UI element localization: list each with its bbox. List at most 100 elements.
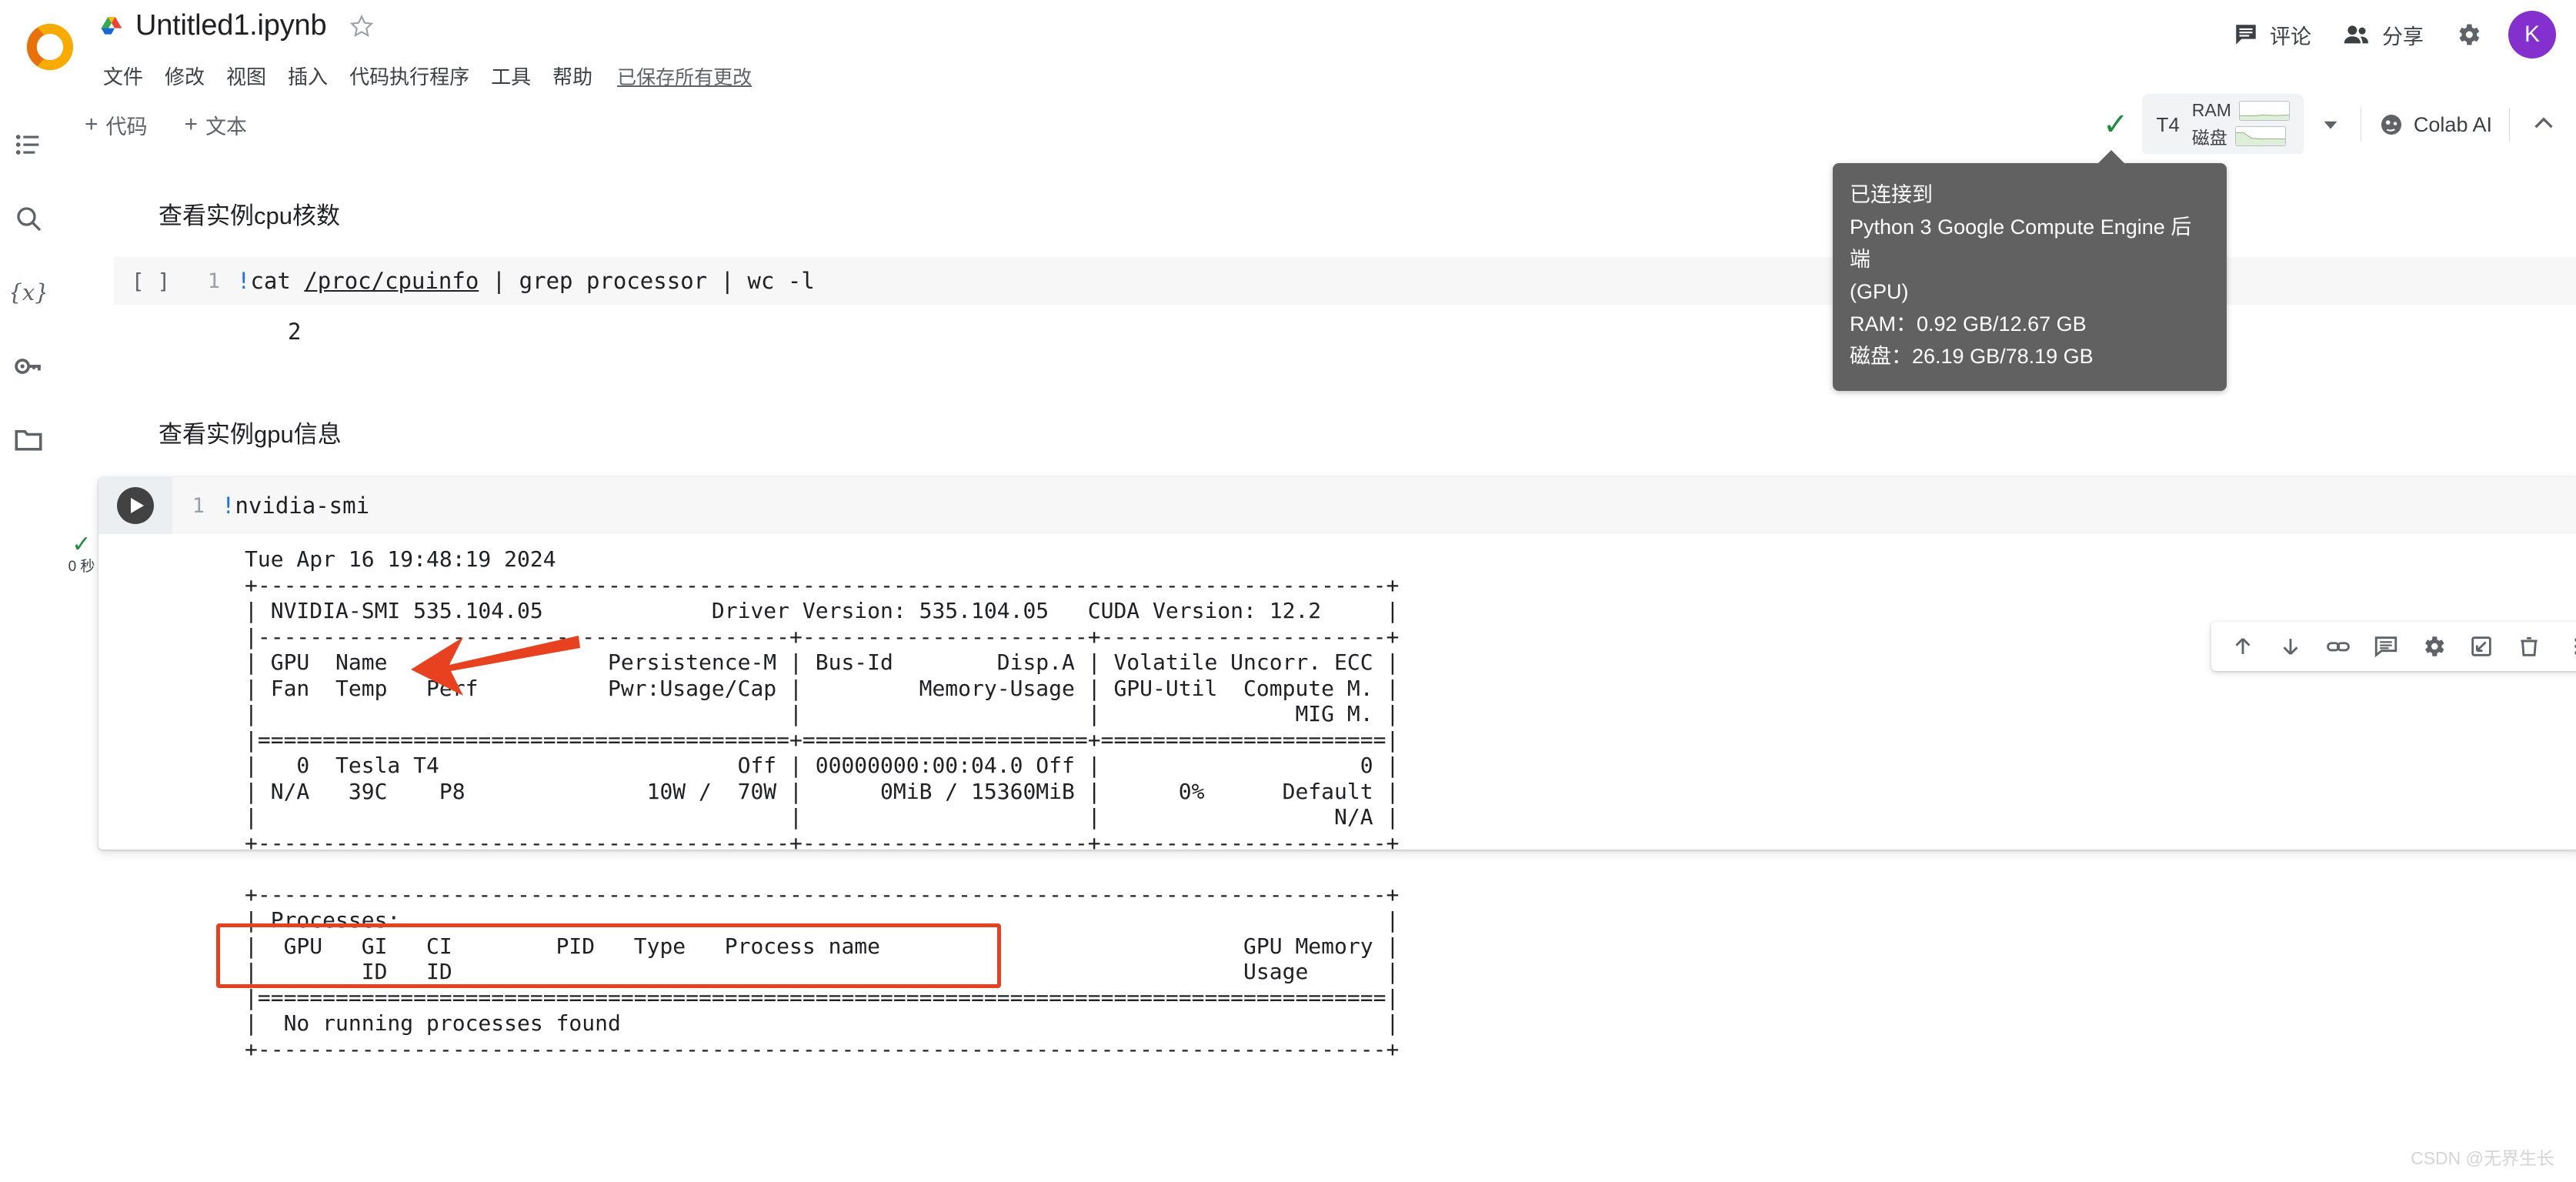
sidebar-item-files[interactable]: [12, 423, 45, 457]
move-down-icon[interactable]: [2267, 623, 2314, 670]
menu-item-insert[interactable]: 插入: [277, 58, 339, 93]
disk-spark-svg: [2236, 127, 2285, 145]
add-text-cell-button[interactable]: + 文本: [172, 105, 260, 145]
markdown-heading-cpu[interactable]: 查看实例cpu核数: [158, 196, 340, 231]
comment-label: 评论: [2270, 20, 2311, 50]
share-label: 分享: [2382, 20, 2424, 50]
move-up-icon[interactable]: [2219, 623, 2267, 670]
colab-ai-label: Colab AI: [2414, 113, 2492, 137]
top-right-actions: 评论 分享 K: [2217, 11, 2556, 58]
code-command: cat: [250, 268, 304, 294]
menu-item-view[interactable]: 视图: [215, 58, 277, 93]
search-icon: [13, 203, 44, 234]
plus-icon: +: [185, 113, 199, 136]
variables-icon: {x}: [12, 275, 45, 309]
drive-icon[interactable]: [98, 14, 125, 38]
ram-label: RAM: [2192, 100, 2231, 121]
resource-usage-chip[interactable]: T4 RAM 磁盘: [2142, 94, 2303, 155]
menu-item-edit[interactable]: 修改: [154, 58, 215, 93]
colab-ai-icon: [2378, 112, 2404, 138]
colab-ai-button[interactable]: Colab AI: [2378, 112, 2492, 138]
key-icon: [12, 350, 45, 382]
save-status[interactable]: 已保存所有更改: [617, 62, 752, 90]
cell-output: Tue Apr 16 19:48:19 2024 +--------------…: [98, 534, 2576, 1062]
shell-bang: !: [237, 268, 250, 294]
code-command: nvidia-smi: [235, 492, 369, 519]
colab-window: Untitled1.ipynb 文件 修改 视图 插入 代码执行程序 工具 帮助…: [0, 0, 2576, 1182]
notebook-title[interactable]: Untitled1.ipynb: [135, 9, 326, 42]
run-indicator[interactable]: [ ]: [114, 269, 188, 294]
tooltip-line-connected: 已连接到: [1850, 179, 2210, 211]
ram-sparkline: [2239, 101, 2290, 121]
settings-button[interactable]: [2439, 13, 2498, 56]
delete-icon[interactable]: [2505, 623, 2553, 670]
plus-icon: +: [85, 113, 98, 136]
left-sidebar: {x}: [0, 95, 57, 1182]
watermark: CSDN @无界生长: [2411, 1144, 2554, 1170]
colab-logo-icon[interactable]: [17, 14, 83, 80]
ram-meter-row: RAM: [2192, 100, 2290, 121]
open-in-tab-icon[interactable]: [2458, 623, 2505, 670]
markdown-heading-gpu[interactable]: 查看实例gpu信息: [158, 415, 342, 449]
tooltip-line-ram: RAM：0.92 GB/12.67 GB: [1850, 308, 2210, 340]
sidebar-item-search[interactable]: [12, 202, 45, 235]
disk-sparkline: [2235, 126, 2286, 146]
sidebar-item-variables[interactable]: {x}: [12, 275, 45, 309]
toc-icon: [13, 129, 44, 160]
shell-bang: !: [222, 492, 235, 519]
settings-icon[interactable]: [2410, 623, 2458, 670]
play-icon: [117, 487, 154, 524]
code-line[interactable]: !cat /proc/cpuinfo | grep processor | wc…: [237, 268, 815, 294]
menu-item-help[interactable]: 帮助: [542, 58, 603, 93]
add-cell-group: + 代码 + 文本: [72, 105, 259, 145]
menu-bar: 文件 修改 视图 插入 代码执行程序 工具 帮助 已保存所有更改: [98, 58, 752, 93]
star-icon[interactable]: [348, 12, 375, 40]
line-number: 1: [172, 494, 205, 518]
comment-icon[interactable]: [2362, 623, 2410, 670]
toolbar-divider: [2509, 108, 2510, 142]
code-line[interactable]: !nvidia-smi: [222, 492, 369, 519]
menu-item-file[interactable]: 文件: [98, 58, 154, 93]
notebook-toolbar: + 代码 + 文本 ✓ T4 RAM: [57, 95, 2576, 154]
tooltip-arrow: [2097, 150, 2125, 164]
comment-button[interactable]: 评论: [2217, 12, 2327, 58]
avatar[interactable]: K: [2508, 11, 2556, 58]
more-vert-icon[interactable]: [2553, 623, 2576, 670]
execution-status: ✓ 0 秒: [65, 534, 98, 576]
menu-item-runtime[interactable]: 代码执行程序: [339, 58, 480, 93]
title-row: Untitled1.ipynb: [98, 9, 375, 42]
code-editor-area[interactable]: 1 !nvidia-smi: [172, 477, 2576, 534]
comment-icon: [2233, 22, 2259, 48]
svg-text:{x}: {x}: [12, 279, 45, 306]
execution-check-icon: ✓: [72, 534, 91, 555]
resource-meters: RAM 磁盘: [2192, 100, 2290, 149]
add-code-label: 代码: [106, 110, 148, 140]
share-button[interactable]: 分享: [2327, 12, 2439, 58]
runtime-tooltip: 已连接到 Python 3 Google Compute Engine 后端 (…: [1833, 163, 2227, 391]
collapse-toolbar-button[interactable]: [2530, 109, 2558, 141]
code-path[interactable]: /proc/cpuinfo: [304, 268, 479, 294]
tooltip-line-disk: 磁盘：26.19 GB/78.19 GB: [1850, 340, 2210, 372]
link-icon[interactable]: [2314, 623, 2362, 670]
line-number: 1: [188, 269, 220, 293]
cell-action-toolbar: [2211, 622, 2576, 671]
disk-meter-row: 磁盘: [2192, 123, 2290, 149]
run-cell-button[interactable]: [98, 477, 172, 534]
menu-item-tools[interactable]: 工具: [480, 58, 542, 93]
red-arrow-annotation: [365, 631, 580, 700]
execution-time: 0 秒: [68, 555, 95, 576]
disk-label: 磁盘: [2192, 123, 2227, 149]
folder-icon: [12, 424, 45, 456]
code-tail: | grep processor | wc -l: [479, 268, 815, 294]
add-text-label: 文本: [205, 110, 247, 140]
sidebar-item-toc[interactable]: [12, 128, 45, 162]
chevron-up-icon: [2530, 109, 2558, 137]
runtime-status-group: ✓ T4 RAM 磁盘: [2103, 94, 2576, 155]
sidebar-item-secrets[interactable]: [12, 349, 45, 383]
connected-check-icon: ✓: [2103, 109, 2129, 140]
runtime-dropdown-button[interactable]: [2317, 112, 2344, 138]
ram-spark-svg: [2240, 102, 2289, 120]
gpu-type-label: T4: [2156, 113, 2179, 137]
add-code-cell-button[interactable]: + 代码: [72, 105, 160, 145]
gear-icon: [2454, 21, 2482, 48]
